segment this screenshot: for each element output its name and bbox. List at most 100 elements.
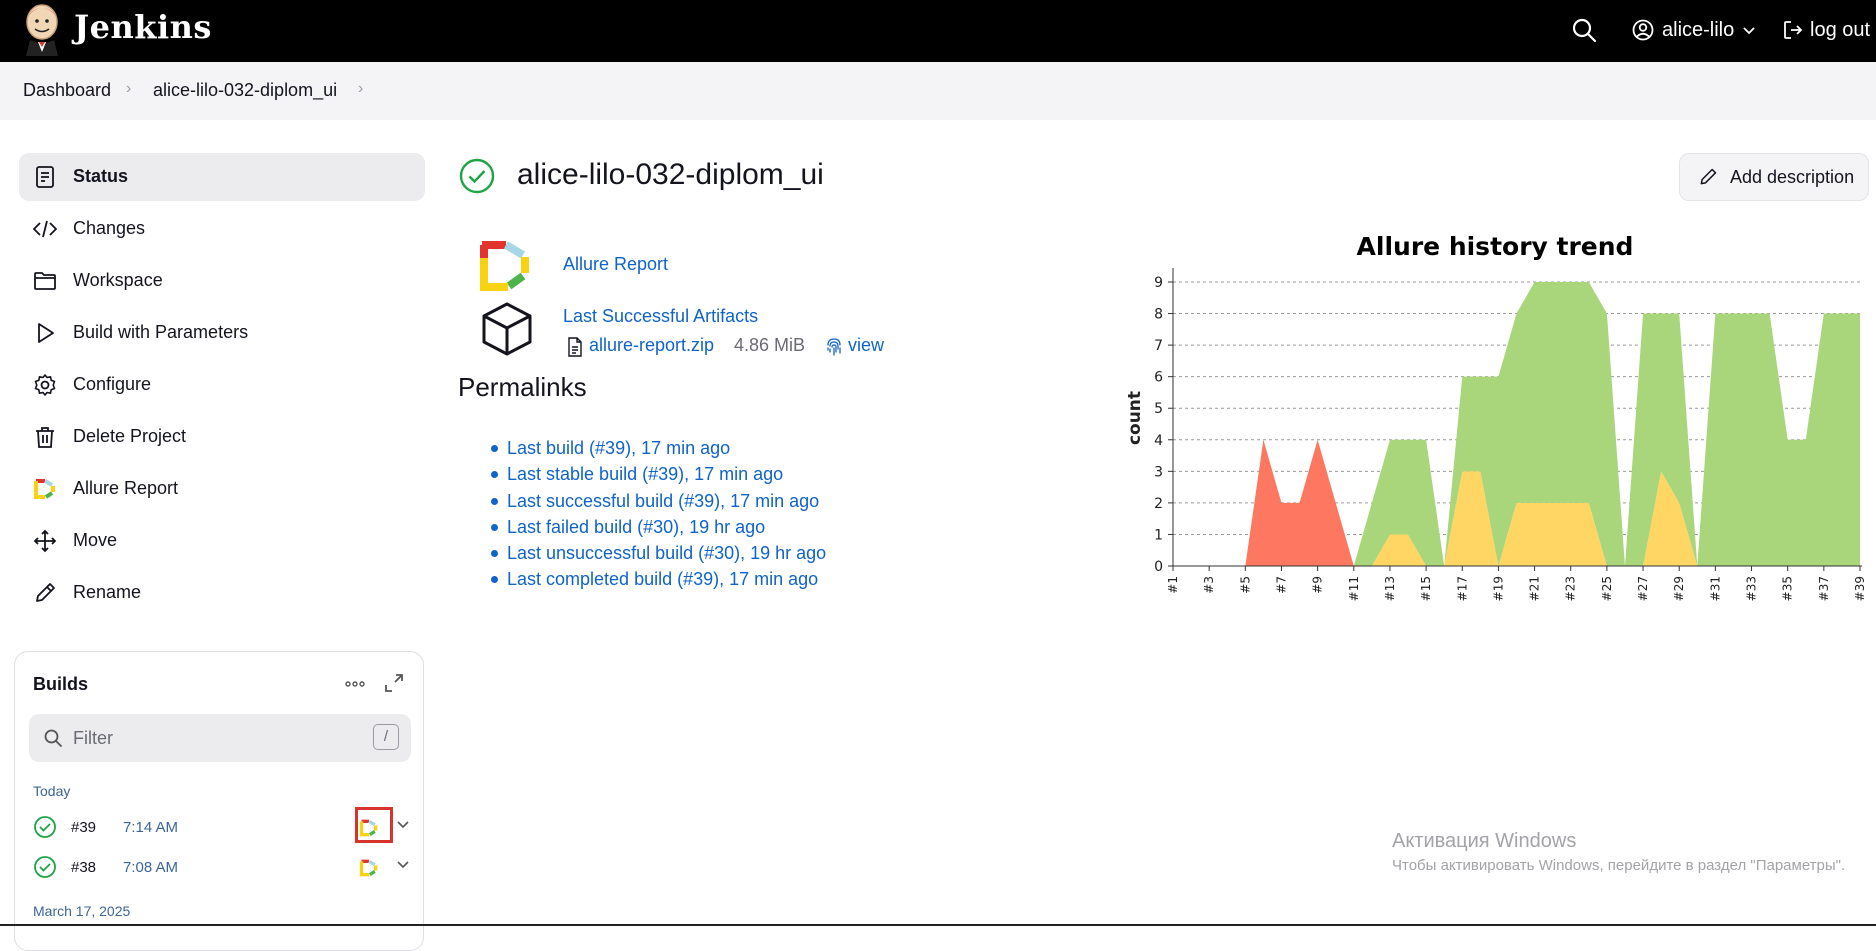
permalinks-heading: Permalinks xyxy=(458,372,587,402)
sidebar-item-label: Changes xyxy=(73,218,146,238)
builds-filter[interactable]: / xyxy=(29,714,411,762)
chart-x-tick-label: #33 xyxy=(1745,576,1759,601)
breadcrumb-project[interactable]: alice-lilo-032-diplom_ui xyxy=(153,80,337,101)
list-item: Last stable build (#39), 17 min ago xyxy=(490,461,826,487)
success-icon xyxy=(34,856,56,878)
builds-title: Builds xyxy=(33,674,89,694)
builds-group-label: Today xyxy=(33,783,71,799)
sidebar-item-move[interactable]: Move xyxy=(19,517,425,565)
chart-x-tick-label: #1 xyxy=(1166,576,1180,594)
builds-panel: Builds / Today #39 7:14 AM xyxy=(14,651,424,951)
chart-x-tick-label: #21 xyxy=(1528,576,1542,601)
chart-x-tick-label: #31 xyxy=(1708,576,1722,601)
allure-history-trend-chart[interactable]: Allure history trend count 0 1 2 3 4 5 6 7 8 9 #1 #… xyxy=(1118,228,1876,608)
build-number[interactable]: #39 xyxy=(71,819,96,836)
page-title: alice-lilo-032-diplom_ui xyxy=(517,158,824,191)
fingerprint-icon[interactable] xyxy=(825,337,843,357)
play-icon xyxy=(38,323,54,343)
filter-shortcut-key: / xyxy=(373,724,399,750)
chart-y-tick-label: 6 xyxy=(1154,370,1163,386)
chart-title: Allure history trend xyxy=(1357,232,1634,261)
sidebar-item-build-with-parameters[interactable]: Build with Parameters xyxy=(19,309,425,357)
permalink-last-successful-build[interactable]: Last successful build (#39), 17 min ago xyxy=(507,491,819,511)
artifact-view-link[interactable]: view xyxy=(848,335,884,356)
build-time: 7:08 AM xyxy=(123,859,179,876)
chart-x-tick-label: #11 xyxy=(1347,576,1361,601)
breadcrumb-separator[interactable]: › xyxy=(358,80,363,98)
chart-x-tick-label: #25 xyxy=(1600,576,1614,601)
top-header: Jenkins alice-lilo log out xyxy=(0,0,1876,62)
permalink-last-stable-build[interactable]: Last stable build (#39), 17 min ago xyxy=(507,464,783,484)
chart-x-tick-label: #3 xyxy=(1202,576,1216,594)
add-description-button[interactable]: Add description xyxy=(1679,153,1869,201)
artifact-file-link[interactable]: allure-report.zip xyxy=(589,335,714,356)
last-successful-artifacts-link[interactable]: Last Successful Artifacts xyxy=(563,306,758,327)
permalink-last-completed-build[interactable]: Last completed build (#39), 17 min ago xyxy=(507,569,818,589)
jenkins-logo[interactable] xyxy=(20,2,64,56)
chart-x-tick-label: #29 xyxy=(1672,576,1686,601)
allure-icon[interactable] xyxy=(359,858,379,878)
chart-y-tick-label: 4 xyxy=(1154,433,1163,449)
chart-x-tick-label: #13 xyxy=(1383,576,1397,601)
sidebar-item-label: Rename xyxy=(73,582,142,602)
sidebar-item-label: Status xyxy=(73,166,129,186)
allure-icon xyxy=(34,479,55,499)
chart-x-tick-label: #7 xyxy=(1274,576,1288,594)
chart-x-tick-label: #23 xyxy=(1564,576,1578,601)
builds-group-label: March 17, 2025 xyxy=(33,903,131,919)
chart-x-tick-label: #17 xyxy=(1455,576,1469,601)
jenkins-brand[interactable]: Jenkins xyxy=(74,8,212,46)
sidebar-item-configure[interactable]: Configure xyxy=(19,361,425,409)
sidebar-item-label: Workspace xyxy=(73,270,163,290)
sidebar-item-workspace[interactable]: Workspace xyxy=(19,257,425,305)
allure-icon[interactable] xyxy=(359,818,379,838)
move-icon xyxy=(33,529,57,553)
chevron-down-icon xyxy=(1743,27,1755,35)
chart-y-tick-label: 5 xyxy=(1154,401,1163,417)
sidebar-item-label: Delete Project xyxy=(73,426,187,446)
file-icon xyxy=(568,337,582,357)
user-icon xyxy=(1632,19,1654,41)
permalink-last-unsuccessful-build[interactable]: Last unsuccessful build (#30), 19 hr ago xyxy=(507,543,826,563)
pencil-icon xyxy=(36,583,55,602)
permalinks-list: Last build (#39), 17 min ago Last stable… xyxy=(490,435,826,593)
success-icon xyxy=(34,816,56,838)
chart-series-group xyxy=(1173,282,1860,566)
chevron-down-icon[interactable] xyxy=(395,817,411,833)
sidebar-item-label: Build with Parameters xyxy=(73,322,249,342)
chart-x-tick-label: #15 xyxy=(1419,576,1433,601)
sidebar-item-delete-project[interactable]: Delete Project xyxy=(19,413,425,461)
windows-activation-title: Активация Windows xyxy=(1392,830,1577,852)
breadcrumb-separator: › xyxy=(126,80,132,97)
gear-icon xyxy=(34,374,56,396)
trash-icon xyxy=(36,427,54,448)
sidebar-item-label: Allure Report xyxy=(73,478,179,498)
sidebar-item-allure-report[interactable]: Allure Report xyxy=(19,465,425,513)
permalink-last-build[interactable]: Last build (#39), 17 min ago xyxy=(507,438,730,458)
sidebar-item-changes[interactable]: Changes xyxy=(19,205,425,253)
sidebar-item-status[interactable]: Status xyxy=(19,153,425,201)
logout-link[interactable]: log out xyxy=(1782,14,1870,46)
folder-icon xyxy=(34,272,56,290)
more-options-icon[interactable] xyxy=(343,672,367,696)
chevron-down-icon[interactable] xyxy=(395,857,411,873)
chart-y-tick-label: 2 xyxy=(1154,496,1163,512)
filter-input[interactable] xyxy=(73,724,343,752)
sidebar-item-label: Move xyxy=(73,530,118,550)
status-icon xyxy=(36,166,54,188)
breadcrumb-dashboard[interactable]: Dashboard xyxy=(23,80,111,101)
allure-report-link[interactable]: Allure Report xyxy=(563,254,668,275)
search-icon xyxy=(44,729,62,747)
list-item: Last build (#39), 17 min ago xyxy=(490,435,826,461)
expand-icon[interactable] xyxy=(383,672,405,694)
pencil-icon xyxy=(1700,168,1717,185)
build-row[interactable]: #38 7:08 AM xyxy=(29,851,419,883)
build-row[interactable]: #39 7:14 AM xyxy=(29,807,419,843)
logout-label: log out xyxy=(1810,18,1871,41)
build-number[interactable]: #38 xyxy=(71,859,96,876)
permalink-last-failed-build[interactable]: Last failed build (#30), 19 hr ago xyxy=(507,517,765,537)
chart-x-tick-label: #19 xyxy=(1491,576,1505,601)
user-menu[interactable]: alice-lilo xyxy=(1632,14,1756,46)
sidebar-item-rename[interactable]: Rename xyxy=(19,569,425,617)
search-icon[interactable] xyxy=(1570,16,1598,44)
